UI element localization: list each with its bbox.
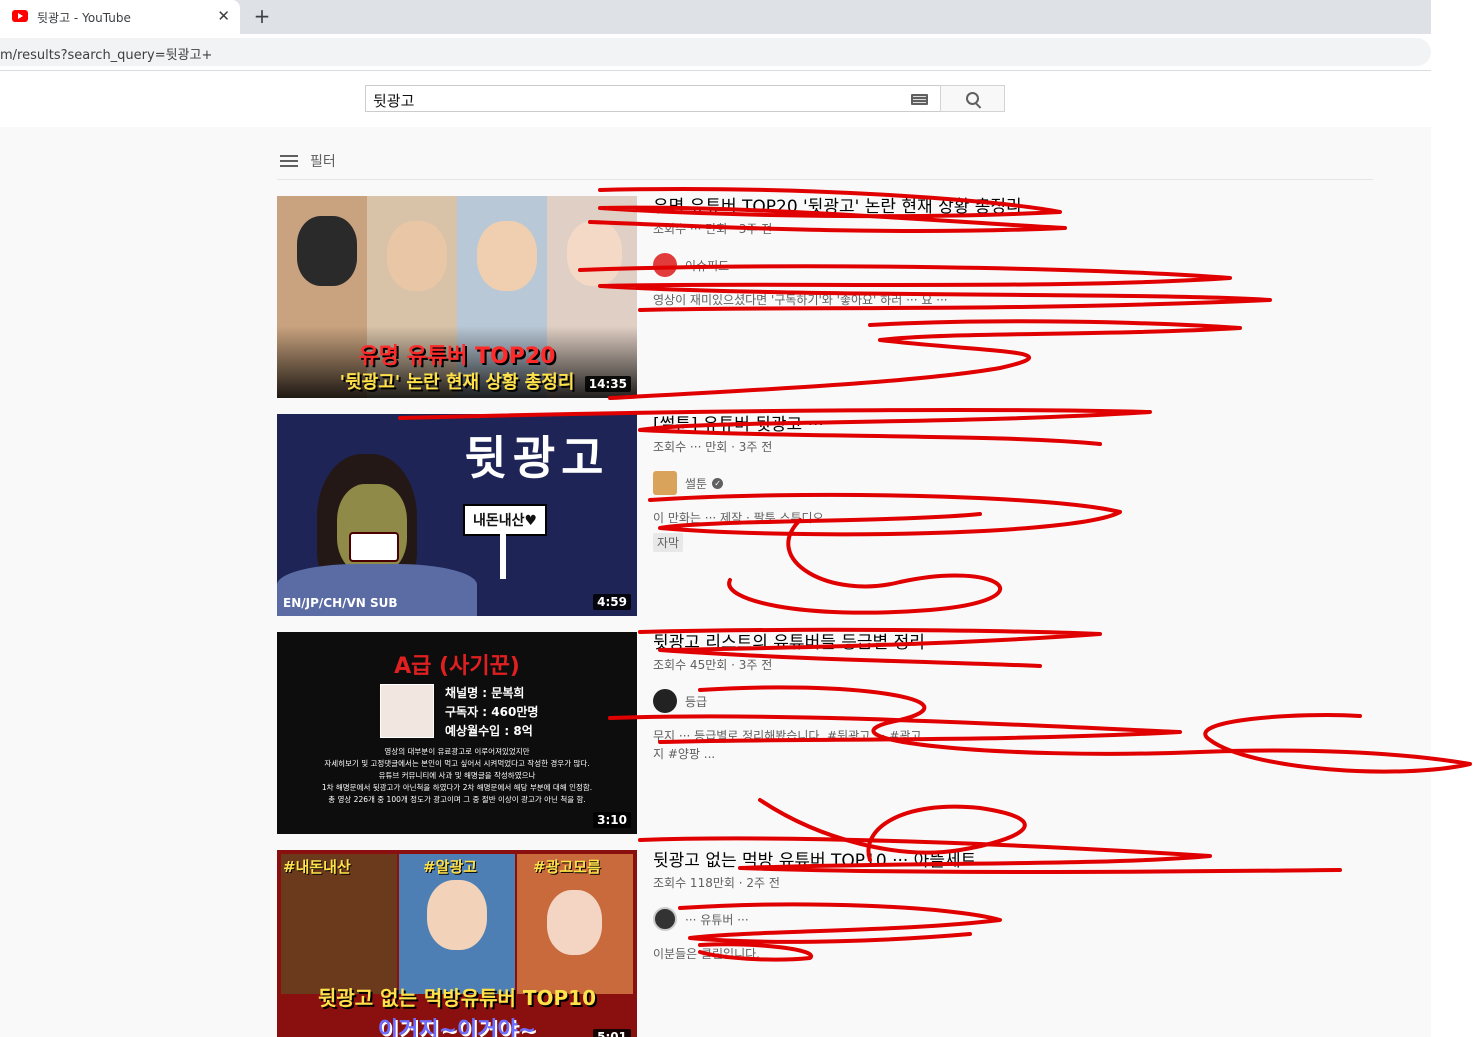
filter-label: 필터: [310, 154, 336, 170]
channel-avatar: [653, 253, 677, 277]
video-meta: [썰툰] 유튜버 뒷광고 ··· 조회수 ··· 만회 · 3주 전 썰툰 ✓ …: [653, 414, 1373, 552]
video-description: 영상이 재미있으셨다면 '구독하기'와 '좋아요' 하러 ··· 요 ···: [653, 293, 948, 307]
channel-avatar: [653, 471, 677, 495]
channel-avatar: [653, 907, 677, 931]
search-input[interactable]: 뒷광고: [365, 85, 940, 112]
address-bar[interactable]: m/results?search_query=뒷광고+: [0, 38, 1431, 66]
search-icon: [966, 92, 979, 105]
filter-divider: [277, 179, 1373, 180]
video-description-line: 지 #양팡 ...: [653, 747, 716, 761]
video-description: 무지 ··· 등급별로 정리해봤습니다. #뒷광고 ··· #광고 지 #양팡 …: [653, 727, 1373, 763]
channel-link[interactable]: 등급: [653, 689, 1373, 713]
thumbnail-text-line: 유튜브 커뮤니티에 사과 및 해명글을 작성하였으나: [378, 771, 536, 780]
channel-link[interactable]: 썰툰 ✓: [653, 471, 1373, 495]
thumbnail-tag: #광고모름: [533, 858, 601, 876]
keyboard-icon[interactable]: [911, 94, 928, 105]
video-stats: 조회수 ··· 만회 · 3주 전: [653, 222, 773, 236]
browser-tab-youtube[interactable]: 뒷광고 - YouTube ✕: [0, 0, 240, 34]
thumbnail-bottom-text: 이거지~이거야~: [377, 1018, 537, 1037]
video-thumbnail[interactable]: #내돈내산 #알광고 #광고모름 뒷광고 없는 먹방유튜버 TOP10 이거지~…: [277, 850, 637, 1037]
address-url: m/results?search_query=뒷광고+: [0, 48, 213, 63]
video-thumbnail[interactable]: 유명 유튜버 TOP20 '뒷광고' 논란 현재 상황 총정리 14:35: [277, 196, 637, 398]
video-meta: 뒷광고 없는 먹방 유튜버 TOP10 ··· 아뜰세트 조회수 118만회 ·…: [653, 850, 1373, 963]
thumbnail-text-line: 영상의 대부분이 유료광고로 이루어져있었지만: [384, 747, 530, 756]
video-description: 이분들은 클린입니다.: [653, 947, 760, 961]
thumbnail-info-line: 예상월수입 : 8억: [445, 724, 533, 738]
tab-strip: 뒷광고 - YouTube ✕ +: [0, 0, 1431, 34]
video-title[interactable]: 유명 유튜버 TOP20 '뒷광고' 논란 현재 상황 총정리: [653, 196, 1373, 218]
thumbnail-info-line: 구독자 : 460만명: [445, 705, 539, 719]
thumbnail-photo: [380, 684, 434, 738]
thumbnail-tag: #내돈내산: [283, 858, 351, 876]
thumbnail-subtitle-tag: EN/JP/CH/VN SUB: [283, 596, 398, 610]
video-stats: 조회수 ··· 만회 · 3주 전: [653, 440, 773, 454]
channel-name: 등급: [685, 694, 708, 709]
channel-avatar: [653, 689, 677, 713]
subtitles-badge: 자막: [653, 533, 684, 552]
thumbnail-headline-1: 유명 유튜버 TOP20: [358, 344, 556, 369]
thumbnail-headline-2: '뒷광고' 논란 현재 상황 총정리: [339, 372, 575, 393]
channel-name: ··· 유튜버 ···: [685, 912, 749, 927]
filter-icon: [280, 153, 298, 169]
youtube-header: 뒷광고: [0, 71, 1431, 127]
video-thumbnail[interactable]: 뒷광고 내돈내산♥ EN/JP/CH/VN SUB 4:59: [277, 414, 637, 616]
thumbnail-sign: 내돈내산♥: [463, 504, 548, 536]
video-meta: 뒷광고 리스트의 유튜버들 등급별 정리 조회수 45만회 · 3주 전 등급 …: [653, 632, 1373, 763]
new-tab-button[interactable]: +: [251, 4, 273, 28]
verified-check-icon: ✓: [712, 477, 724, 489]
video-result[interactable]: 뒷광고 내돈내산♥ EN/JP/CH/VN SUB 4:59 [썰툰] 유튜버 …: [277, 414, 1377, 616]
thumbnail-tag: #알광고: [423, 858, 477, 876]
channel-name: 썰툰: [685, 476, 708, 491]
video-description-line: 무지 ··· 등급별로 정리해봤습니다. #뒷광고 ··· #광고: [653, 729, 922, 743]
video-result[interactable]: 유명 유튜버 TOP20 '뒷광고' 논란 현재 상황 총정리 14:35 유명…: [277, 196, 1377, 398]
video-description: 이 만화는 ··· 제작 · 팔툰 스튜디오: [653, 511, 824, 525]
search-button[interactable]: [940, 85, 1005, 112]
channel-link[interactable]: 이슈피드: [653, 253, 1373, 277]
close-tab-icon[interactable]: ✕: [217, 7, 230, 25]
thumbnail-text-line: 1차 해명문에서 뒷광고가 아닌척을 하였다가 2차 해명문에서 해당 부분에 …: [321, 783, 593, 792]
channel-link[interactable]: ··· 유튜버 ···: [653, 907, 1373, 931]
filter-button[interactable]: 필터: [280, 151, 336, 171]
video-meta: 유명 유튜버 TOP20 '뒷광고' 논란 현재 상황 총정리 조회수 ··· …: [653, 196, 1373, 309]
thumbnail-text-line: 자세히보기 및 고정댓글에서는 본인이 먹고 싶어서 시켜먹었다고 작성한 경우…: [324, 759, 590, 768]
video-title[interactable]: 뒷광고 리스트의 유튜버들 등급별 정리: [653, 632, 1373, 654]
browser-toolbar: m/results?search_query=뒷광고+: [0, 34, 1431, 71]
video-title[interactable]: 뒷광고 없는 먹방 유튜버 TOP10 ··· 아뜰세트: [653, 850, 1373, 872]
video-duration: 4:59: [593, 594, 631, 610]
thumbnail-headline: 뒷광고 없는 먹방유튜버 TOP10: [317, 986, 597, 1010]
search-results: 필터 유명 유튜버 TOP20 '뒷광고' 논란 현재 상황 총정리 14:35…: [0, 127, 1431, 1037]
thumbnail-text-line: 총 영상 226개 중 100개 정도가 광고이며 그 중 절반 이상이 광고가…: [328, 795, 586, 804]
video-result[interactable]: #내돈내산 #알광고 #광고모름 뒷광고 없는 먹방유튜버 TOP10 이거지~…: [277, 850, 1377, 1037]
video-duration: 5:01: [593, 1029, 631, 1037]
video-stats: 조회수 118만회 · 2주 전: [653, 876, 780, 890]
youtube-favicon-icon: [12, 10, 28, 22]
thumbnail-grade: A급 (사기꾼): [394, 654, 520, 679]
tab-title: 뒷광고 - YouTube: [37, 11, 131, 25]
channel-name: 이슈피드: [685, 258, 730, 273]
video-duration: 14:35: [584, 376, 631, 392]
search-query: 뒷광고: [373, 92, 415, 110]
video-title[interactable]: [썰툰] 유튜버 뒷광고 ···: [653, 414, 1373, 436]
thumbnail-info-line: 채널명 : 문복희: [445, 686, 525, 700]
video-duration: 3:10: [593, 812, 631, 828]
video-thumbnail[interactable]: A급 (사기꾼) 채널명 : 문복희 구독자 : 460만명 예상월수입 : 8…: [277, 632, 637, 834]
thumbnail-big-title: 뒷광고: [464, 431, 610, 485]
video-stats: 조회수 45만회 · 3주 전: [653, 658, 773, 672]
video-result[interactable]: A급 (사기꾼) 채널명 : 문복희 구독자 : 460만명 예상월수입 : 8…: [277, 632, 1377, 834]
